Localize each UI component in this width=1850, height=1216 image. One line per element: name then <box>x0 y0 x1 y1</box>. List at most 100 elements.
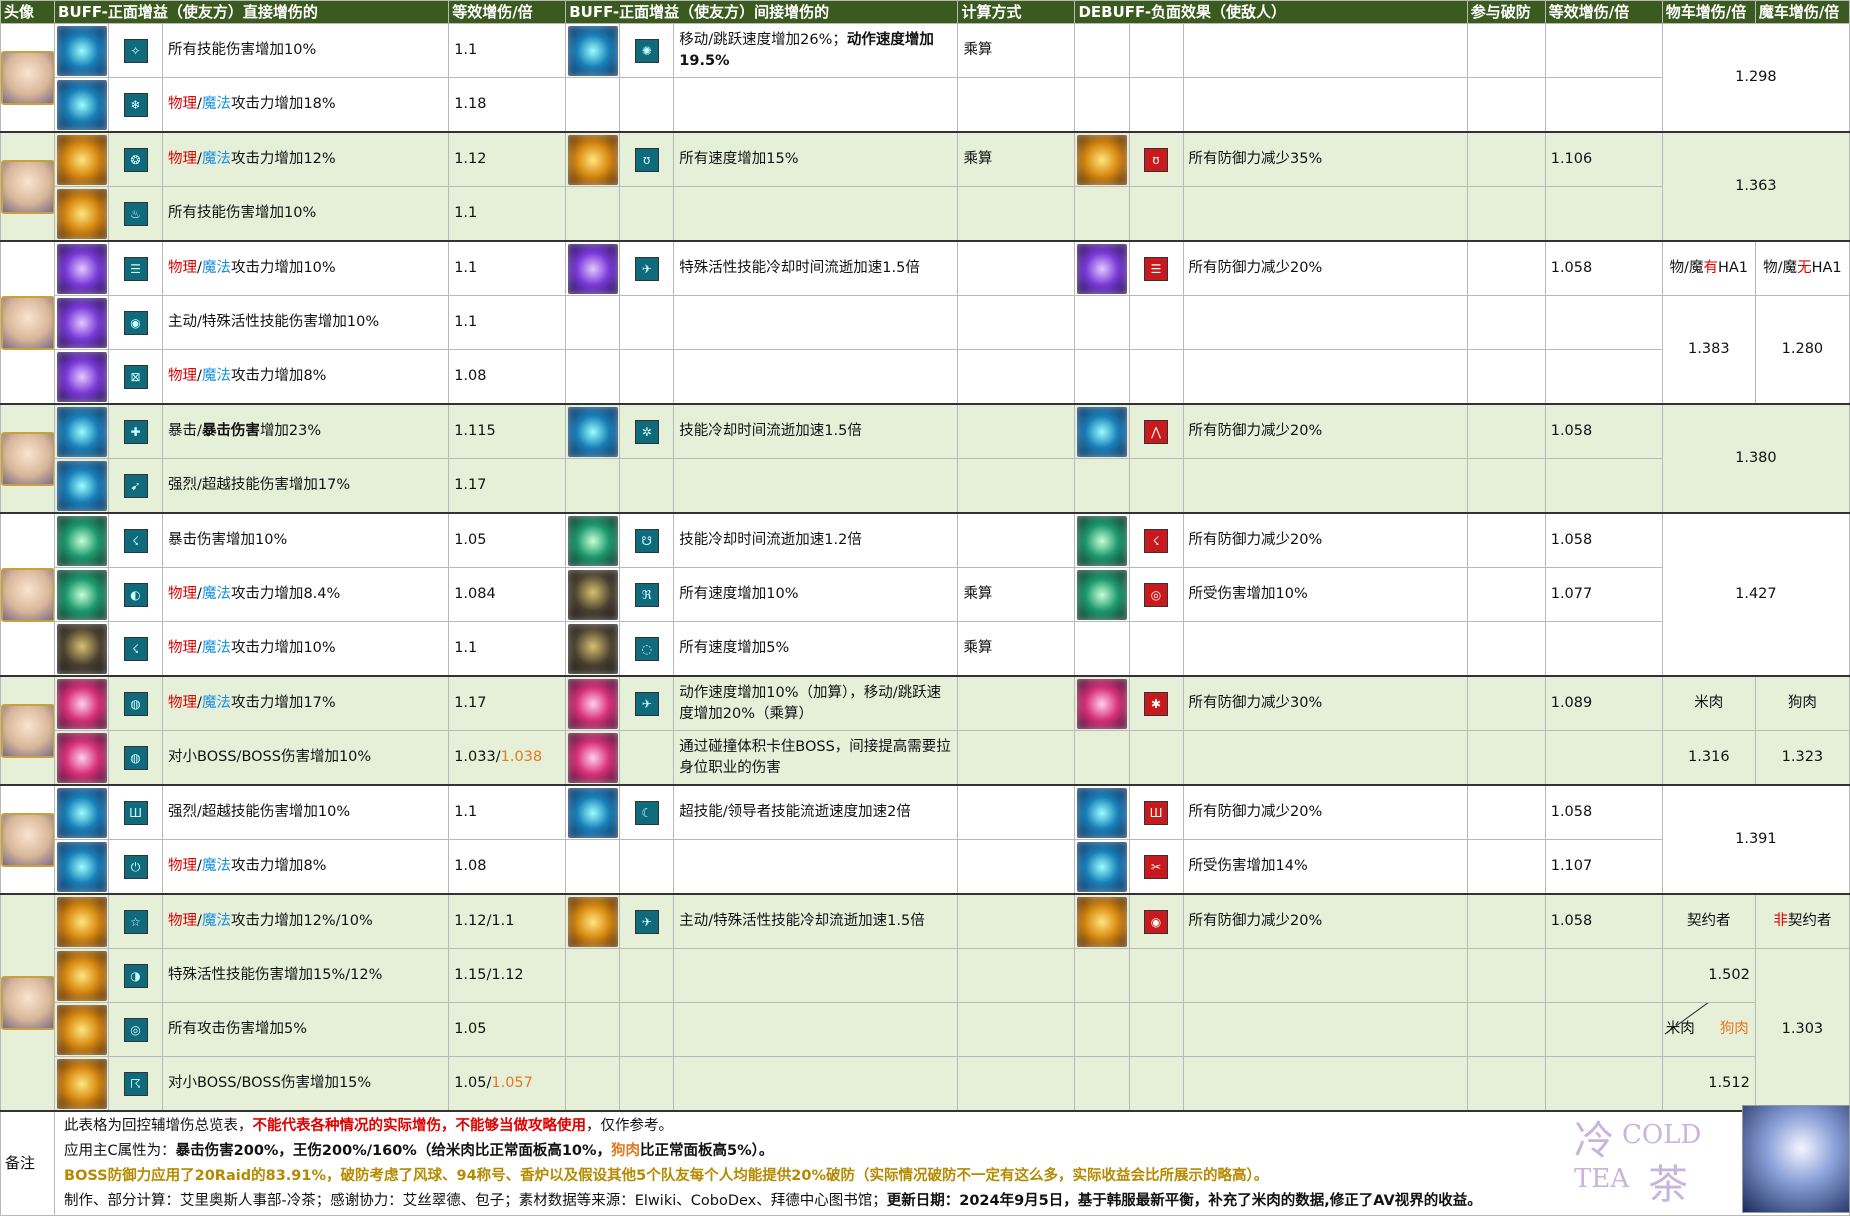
debuff-mini-icon: ✱ <box>1144 691 1168 716</box>
table-row: Ш 强烈/超越技能伤害增加10% 1.1 ☾ 超技能/领导者技能流逝速度加速2倍… <box>0 784 1850 895</box>
debuff-value: 1.058 <box>1544 240 1663 296</box>
character-avatar-cell <box>0 512 56 677</box>
header-calc: 计算方式 <box>957 0 1076 24</box>
debuff-text: 所有防御力减少20% <box>1182 784 1468 840</box>
buff-text: 物理/魔法攻击力增加8% <box>162 349 450 405</box>
character-avatar <box>1 431 54 486</box>
skill-icon <box>56 188 107 239</box>
character-avatar-cell <box>0 784 56 895</box>
skill-icon <box>56 1058 107 1109</box>
skill-icon <box>1076 678 1127 729</box>
skill-icon <box>567 732 618 783</box>
header-debuff: DEBUFF-负面效果（使敌人） <box>1074 0 1468 24</box>
skill-icon <box>1076 243 1127 294</box>
indirect-buff-text: 超技能/领导者技能流逝速度加速2倍 <box>673 784 959 840</box>
buff-value: 1.15/1.12 <box>448 948 567 1003</box>
debuff-value: 1.058 <box>1544 893 1663 949</box>
character-avatar-cell <box>0 240 56 405</box>
mag-total-multiplier: 1.280 <box>1754 295 1850 405</box>
table-row: ❄ 物理/魔法攻击力增加18% 1.18 <box>1 77 1850 133</box>
debuff-text: 所受伤害增加14% <box>1182 839 1468 895</box>
debuff-mini-icon: ⋀ <box>1144 419 1168 444</box>
buff-value: 1.18 <box>448 77 567 133</box>
buff-text: 特殊活性技能伤害增加15%/12% <box>162 948 450 1003</box>
buff-text: 强烈/超越技能伤害增加10% <box>162 784 450 840</box>
buff-text: 物理/魔法攻击力增加10% <box>162 621 450 677</box>
buff-mini-icon: ◎ <box>123 1017 148 1042</box>
skill-icon <box>56 297 107 348</box>
skill-icon <box>56 623 107 674</box>
table-row: ➹ 强烈/超越技能伤害增加17% 1.17 <box>1 458 1850 514</box>
buff-mini-icon: ➹ <box>123 473 148 498</box>
skill-icon <box>56 678 107 729</box>
buff-mini-icon: ◍ <box>123 745 148 770</box>
debuff-text: 所有防御力减少35% <box>1182 131 1468 187</box>
indirect-buff-text: 技能冷却时间流逝加速1.5倍 <box>673 403 959 459</box>
logo-text-1: COLD <box>1622 1120 1702 1150</box>
character-avatar <box>1 567 54 622</box>
mag-total-multiplier: 1.303 <box>1754 948 1850 1112</box>
debuff-mini-icon: ʊ <box>1144 147 1168 172</box>
buff-text: 物理/魔法攻击力增加17% <box>162 675 450 731</box>
buff-mini-icon: ☇ <box>123 636 148 661</box>
character-avatar-cell <box>0 403 56 514</box>
debuff-value: 1.107 <box>1544 839 1663 895</box>
buff-overview-sheet: 头像 BUFF-正面增益（使友方）直接增伤的 等效增伤/倍 BUFF-正面增益（… <box>0 0 1850 1216</box>
table-row: ◍ 物理/魔法攻击力增加17% 1.17 ✈ 动作速度增加10%（加算），移动/… <box>0 675 1850 786</box>
skill-icon <box>56 243 107 294</box>
indirect-buff-text: 所有速度增加5% <box>673 621 959 677</box>
skill-icon <box>567 134 618 185</box>
buff-mini-icon: ☾ <box>634 800 659 825</box>
debuff-mini-icon: ◎ <box>1144 582 1168 607</box>
debuff-text: 所有防御力减少20% <box>1182 893 1468 949</box>
buff-text: 物理/魔法攻击力增加8% <box>162 839 450 895</box>
skill-icon <box>56 406 107 457</box>
phys-condition: 米肉 <box>1661 675 1756 731</box>
indirect-buff-text: 所有速度增加15% <box>673 131 959 187</box>
buff-text: 强烈/超越技能伤害增加17% <box>162 458 450 514</box>
calc-method: 乘算 <box>957 23 1076 78</box>
buff-mini-icon: ☆ <box>123 909 148 934</box>
character-avatar-cell <box>0 23 56 133</box>
buff-mini-icon: ☈ <box>123 1071 148 1096</box>
total-multiplier: 1.363 <box>1661 131 1850 242</box>
meat-label-b: 狗肉 <box>1719 1021 1749 1037</box>
skill-icon <box>56 460 107 511</box>
debuff-value: 1.058 <box>1544 403 1663 459</box>
buff-text: 物理/魔法攻击力增加8.4% <box>162 567 450 622</box>
buff-mini-icon: ✈ <box>634 691 659 716</box>
buff-mini-icon: ❂ <box>123 147 148 172</box>
buff-mini-icon: ⏻ <box>123 854 148 879</box>
calc-method: 乘算 <box>957 567 1076 622</box>
skill-icon <box>56 732 107 783</box>
meat-split-cell: 米肉 狗肉 <box>1661 1002 1756 1057</box>
skill-icon <box>1076 406 1127 457</box>
skill-icon <box>56 896 107 947</box>
indirect-buff-text: 动作速度增加10%（加算），移动/跳跃速度增加20%（乘算） <box>673 675 959 731</box>
buff-value: 1.115 <box>448 403 567 459</box>
buff-value: 1.1 <box>448 295 567 350</box>
debuff-mini-icon: ✂ <box>1144 854 1168 879</box>
character-avatar <box>1 159 54 214</box>
buff-text: 物理/魔法攻击力增加18% <box>162 77 450 133</box>
debuff-value: 1.089 <box>1544 675 1663 731</box>
table-header: 头像 BUFF-正面增益（使友方）直接增伤的 等效增伤/倍 BUFF-正面增益（… <box>0 0 1850 24</box>
buff-mini-icon: ◌ <box>634 636 659 661</box>
table-row: ◉ 主动/特殊活性技能伤害增加10% 1.1 1.383 1.280 <box>1 295 1850 405</box>
buff-mini-icon: ✈ <box>634 909 659 934</box>
header-buff-direct: BUFF-正面增益（使友方）直接增伤的 <box>54 0 450 24</box>
meat-label-a: 米肉 <box>1665 1021 1695 1037</box>
indirect-buff-text: 移动/跳跃速度增加26%；动作速度增加19.5% <box>673 23 959 78</box>
buff-value: 1.1 <box>448 240 567 296</box>
debuff-mini-icon: ◉ <box>1144 909 1168 934</box>
mag-condition: 非契约者 <box>1754 893 1850 949</box>
debuff-value: 1.058 <box>1544 784 1663 840</box>
table-row: ☇ 物理/魔法攻击力增加10% 1.1 ◌ 所有速度增加5% 乘算 <box>1 621 1850 677</box>
header-mag-total: 魔车增伤/倍 <box>1754 0 1850 24</box>
character-avatar <box>1 812 54 867</box>
notes-label: 备注 <box>0 1110 56 1216</box>
table-row: ☰ 物理/魔法攻击力增加10% 1.1 ✈ 特殊活性技能冷却时间流逝加速1.5倍… <box>0 240 1850 405</box>
buff-text: 暴击/暴击伤害增加23% <box>162 403 450 459</box>
skill-icon <box>56 79 107 130</box>
logo-char-2: 茶 <box>1648 1162 1688 1208</box>
